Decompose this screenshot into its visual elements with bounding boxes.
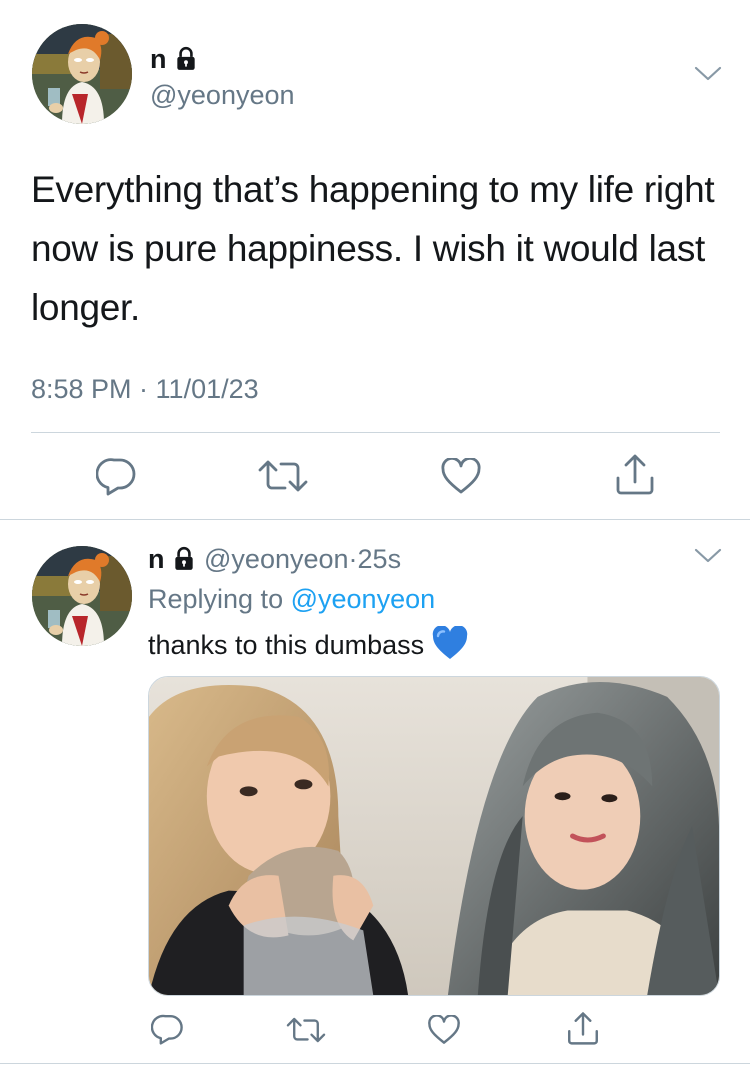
share-icon[interactable] <box>566 1010 600 1046</box>
tweet-age[interactable]: 25s <box>358 544 402 574</box>
handle[interactable]: @yeonyeon <box>150 80 295 110</box>
chevron-down-icon[interactable] <box>693 546 723 566</box>
avatar[interactable] <box>32 546 132 646</box>
avatar-cartoon-image <box>32 546 132 646</box>
reply-header: n @yeonyeon·25s <box>148 542 401 576</box>
like-icon[interactable] <box>440 458 482 496</box>
display-name[interactable]: n <box>148 544 165 574</box>
reply-icon[interactable] <box>151 1013 185 1045</box>
avatar[interactable] <box>32 24 132 124</box>
tweet-text-content: thanks to this dumbass <box>148 630 425 660</box>
replying-to-line: Replying to @yeonyeon <box>148 582 435 616</box>
divider <box>0 1063 750 1064</box>
separator-dot: · <box>348 544 358 574</box>
blue-heart-emoji-icon <box>432 625 468 662</box>
lock-icon <box>171 546 197 572</box>
photo-image <box>149 677 719 995</box>
handle[interactable]: @yeonyeon <box>204 544 349 574</box>
replying-to-prefix: Replying to <box>148 584 284 614</box>
display-name[interactable]: n <box>150 44 199 74</box>
share-icon[interactable] <box>614 452 656 496</box>
tweet-text: thanks to this dumbass <box>148 625 468 665</box>
retweet-icon[interactable] <box>255 458 311 494</box>
reply-icon[interactable] <box>96 456 138 496</box>
lock-icon <box>173 46 199 72</box>
replying-to-link[interactable]: @yeonyeon <box>291 584 436 614</box>
chevron-down-icon[interactable] <box>693 64 723 84</box>
display-name-text: n <box>150 44 167 74</box>
tweet-timestamp[interactable]: 8:58 PM · 11/01/23 <box>31 373 259 405</box>
divider <box>31 432 720 433</box>
tweet-media-photo[interactable] <box>148 676 720 996</box>
tweet-text: Everything that’s happening to my life r… <box>31 169 715 328</box>
avatar-cartoon-image <box>32 24 132 124</box>
retweet-icon[interactable] <box>284 1015 328 1045</box>
like-icon[interactable] <box>427 1015 461 1046</box>
divider <box>0 519 750 520</box>
